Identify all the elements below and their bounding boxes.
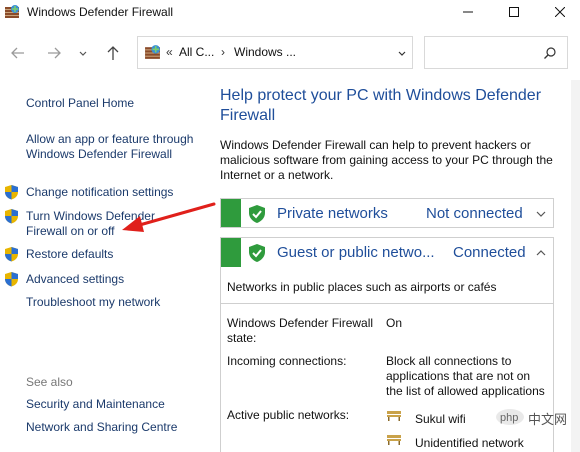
active-public-networks-label: Active public networks: (227, 408, 350, 422)
see-also-network-sharing-link[interactable]: Network and Sharing Centre (26, 420, 177, 435)
incoming-connections-label: Incoming connections: (227, 354, 347, 368)
status-color-bar (221, 199, 241, 227)
private-networks-title: Private networks (277, 205, 388, 222)
green-check-shield-icon (249, 205, 265, 223)
incoming-connections-value: Block all connections to applications th… (386, 354, 545, 398)
control-panel-home-link[interactable]: Control Panel Home (26, 96, 134, 111)
private-networks-status: Not connected (426, 205, 523, 222)
public-networks-summary: Networks in public places such as airpor… (227, 280, 497, 294)
red-annotation-arrow (122, 202, 216, 232)
navigation-bar: « All C... › Windows ... (0, 36, 580, 70)
close-button[interactable] (540, 0, 580, 24)
sidebar-item-allow-app[interactable]: Allow an app or feature through Windows … (26, 132, 196, 162)
chevron-down-icon[interactable] (535, 208, 547, 220)
private-networks-header[interactable]: Private networks Not connected (220, 198, 554, 228)
window-title: Windows Defender Firewall (27, 5, 174, 19)
address-overflow-marker[interactable]: « (166, 45, 173, 59)
maximize-icon (509, 7, 519, 17)
up-arrow-icon[interactable] (104, 44, 122, 62)
firewall-state-label: Windows Defender Firewall state: (227, 316, 374, 345)
control-panel-firewall-icon (145, 45, 160, 59)
address-bar[interactable]: « All C... › Windows ... (137, 36, 413, 69)
firewall-app-icon (5, 5, 19, 18)
vertical-scrollbar[interactable] (571, 80, 580, 452)
page-description: Windows Defender Firewall can help to pr… (220, 138, 553, 182)
breadcrumb-all-control-panel[interactable]: All C... (179, 45, 214, 59)
svg-text:php: php (500, 412, 518, 424)
page-title: Help protect your PC with Windows Defend… (220, 87, 542, 124)
uac-shield-icon (5, 247, 18, 262)
sidebar-item-troubleshoot[interactable]: Troubleshoot my network (26, 295, 160, 310)
search-box[interactable] (424, 36, 568, 69)
firewall-state-value: On (386, 316, 403, 330)
active-network-name: Unidentified network (415, 436, 524, 450)
divider (221, 303, 553, 304)
sidebar-item-advanced-settings[interactable]: Advanced settings (26, 272, 124, 287)
uac-shield-icon (5, 272, 18, 287)
watermark-text: 中文网 (528, 412, 568, 427)
public-networks-header[interactable]: Guest or public netwo... Connected (220, 237, 554, 267)
title-bar: Windows Defender Firewall (0, 0, 580, 26)
public-network-bench-icon (387, 411, 401, 421)
see-also-security-maintenance-link[interactable]: Security and Maintenance (26, 397, 165, 412)
public-networks-title: Guest or public netwo... (277, 244, 435, 261)
recent-locations-chevron-icon[interactable] (74, 44, 92, 62)
back-arrow-icon[interactable] (9, 44, 27, 62)
minimize-icon (463, 11, 473, 13)
minimize-button[interactable] (448, 0, 488, 24)
breadcrumb-separator[interactable]: › (221, 45, 225, 59)
maximize-button[interactable] (494, 0, 534, 24)
uac-shield-icon (5, 209, 18, 224)
chevron-up-icon[interactable] (535, 247, 547, 259)
status-color-bar (221, 238, 241, 267)
active-network-name: Sukul wifi (415, 412, 466, 426)
green-check-shield-icon (249, 244, 265, 262)
public-networks-status: Connected (453, 244, 526, 261)
search-icon (544, 47, 556, 59)
public-network-bench-icon (387, 435, 401, 445)
sidebar-item-restore-defaults[interactable]: Restore defaults (26, 247, 113, 262)
uac-shield-icon (5, 185, 18, 200)
breadcrumb-windows-defender-firewall[interactable]: Windows ... (234, 45, 296, 59)
address-dropdown-chevron-icon[interactable] (396, 47, 408, 59)
see-also-heading: See also (26, 375, 73, 389)
forward-arrow-icon[interactable] (45, 44, 63, 62)
close-icon (555, 7, 565, 17)
